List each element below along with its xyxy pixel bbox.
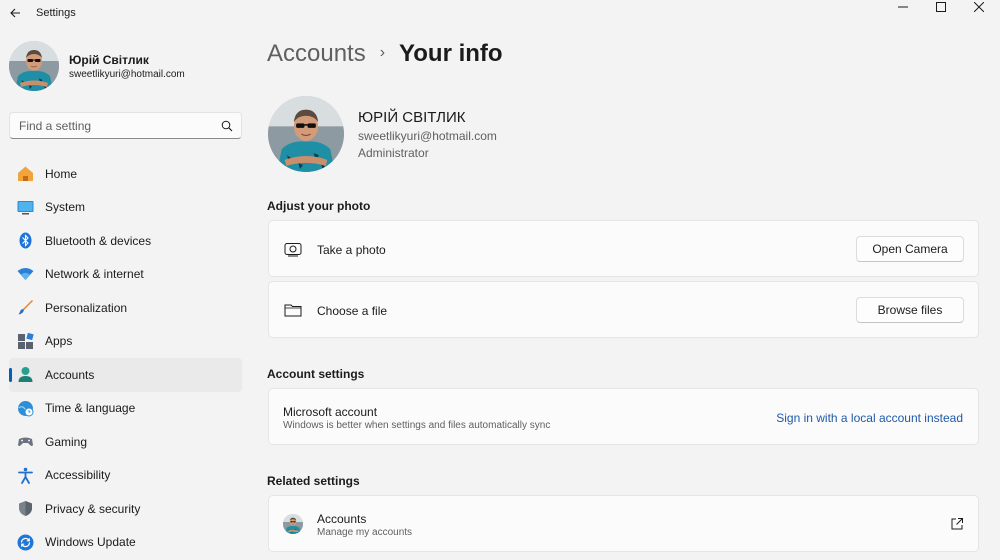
sidebar-item-label: Network & internet	[45, 267, 144, 282]
bluetooth-icon	[17, 232, 34, 249]
sidebar-item-network-internet[interactable]: Network & internet	[9, 258, 242, 292]
accessibility-icon	[17, 467, 34, 484]
profile-name: Юрій Світлик	[69, 53, 149, 67]
app-title: Settings	[36, 7, 76, 19]
system-icon	[17, 199, 34, 216]
sidebar-item-privacy-security[interactable]: Privacy & security	[9, 492, 242, 526]
sidebar-item-label: Gaming	[45, 434, 88, 449]
take-photo-card: Take a photo Open Camera	[268, 220, 979, 277]
sidebar-item-apps[interactable]: Apps	[9, 325, 242, 359]
external-link-icon[interactable]	[950, 517, 964, 531]
section-title-adjust-photo: Adjust your photo	[267, 199, 371, 213]
folder-icon	[283, 300, 303, 320]
sidebar-item-gaming[interactable]: Gaming	[9, 425, 242, 459]
minimize-button[interactable]	[884, 0, 922, 14]
choose-file-card: Choose a file Browse files	[268, 281, 979, 338]
close-icon	[974, 2, 984, 12]
sidebar-item-bluetooth-devices[interactable]: Bluetooth & devices	[9, 224, 242, 258]
sidebar-item-label: Bluetooth & devices	[45, 233, 152, 248]
sidebar-item-label: System	[45, 200, 86, 215]
gaming-icon	[17, 433, 34, 450]
time-language-icon	[17, 400, 34, 417]
microsoft-account-card: Microsoft account Windows is better when…	[268, 388, 979, 445]
sidebar-item-time-language[interactable]: Time & language	[9, 392, 242, 426]
sidebar-item-system[interactable]: System	[9, 191, 242, 225]
close-button[interactable]	[960, 0, 998, 14]
accounts-avatar-icon	[283, 514, 303, 534]
accounts-icon	[17, 366, 34, 383]
sidebar-profile: Юрій Світлик sweetlikyuri@hotmail.com	[9, 41, 244, 93]
accounts-related-desc: Manage my accounts	[317, 527, 413, 538]
search-input[interactable]	[19, 113, 219, 138]
section-title-related-settings: Related settings	[267, 474, 360, 488]
sidebar-item-label: Time & language	[45, 401, 136, 416]
profile-email: sweetlikyuri@hotmail.com	[69, 69, 185, 80]
sidebar-item-label: Apps	[45, 334, 73, 349]
sidebar-item-personalization[interactable]: Personalization	[9, 291, 242, 325]
sidebar-nav: Home System Bluetooth & devices Network …	[9, 157, 242, 559]
sidebar-item-label: Accessibility	[45, 468, 111, 483]
user-role: Administrator	[358, 146, 429, 160]
section-title-account-settings: Account settings	[267, 367, 365, 381]
maximize-button[interactable]	[922, 0, 960, 14]
sidebar-item-windows-update[interactable]: Windows Update	[9, 526, 242, 560]
accounts-related-label: Accounts	[317, 512, 367, 526]
sidebar-item-label: Windows Update	[45, 535, 136, 550]
sidebar-item-label: Personalization	[45, 300, 128, 315]
chevron-right-icon: ›	[379, 44, 386, 61]
privacy-shield-icon	[17, 500, 34, 517]
breadcrumb-parent[interactable]: Accounts	[267, 40, 366, 68]
user-name: ЮРІЙ СВІТЛИК	[358, 109, 466, 126]
personalization-icon	[17, 299, 34, 316]
local-account-link[interactable]: Sign in with a local account instead	[776, 411, 963, 425]
search-icon[interactable]	[221, 120, 233, 132]
windows-update-icon	[17, 534, 34, 551]
search-box[interactable]	[9, 112, 242, 139]
minimize-icon	[898, 6, 908, 8]
page-title: Your info	[399, 40, 503, 67]
title-bar: Settings	[0, 0, 1000, 28]
user-avatar	[268, 96, 344, 172]
browse-files-button[interactable]: Browse files	[856, 297, 964, 323]
microsoft-account-desc: Windows is better when settings and file…	[283, 420, 551, 431]
camera-icon	[283, 239, 303, 259]
sidebar-item-label: Accounts	[45, 367, 95, 382]
maximize-icon	[936, 2, 946, 12]
sidebar-item-label: Home	[45, 166, 78, 181]
apps-icon	[17, 332, 34, 350]
sidebar-item-home[interactable]: Home	[9, 157, 242, 191]
breadcrumb: Accounts › Your info	[267, 40, 503, 72]
accounts-related-card[interactable]: Accounts Manage my accounts	[268, 495, 979, 552]
sidebar-item-accounts[interactable]: Accounts	[9, 358, 242, 392]
user-email: sweetlikyuri@hotmail.com	[358, 129, 497, 143]
choose-file-label: Choose a file	[317, 304, 388, 318]
take-photo-label: Take a photo	[317, 243, 386, 257]
back-arrow-icon	[10, 8, 20, 18]
open-camera-button[interactable]: Open Camera	[856, 236, 964, 262]
back-button[interactable]	[6, 4, 24, 22]
network-icon	[17, 266, 34, 283]
sidebar-item-label: Privacy & security	[45, 501, 141, 516]
sidebar-item-accessibility[interactable]: Accessibility	[9, 459, 242, 493]
avatar[interactable]	[9, 41, 59, 91]
microsoft-account-label: Microsoft account	[283, 405, 378, 419]
home-icon	[17, 165, 34, 182]
